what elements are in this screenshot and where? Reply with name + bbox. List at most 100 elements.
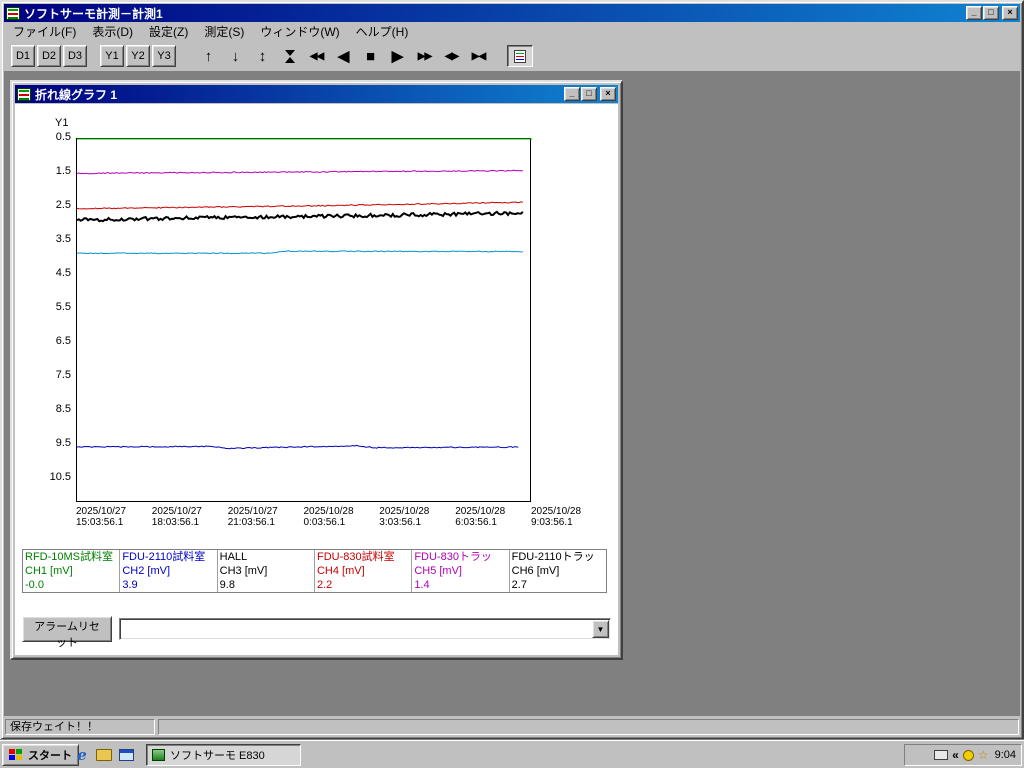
- hourglass-button[interactable]: [277, 45, 302, 67]
- minimize-button[interactable]: _: [966, 6, 982, 20]
- alarm-reset-button[interactable]: アラームリセット: [22, 616, 112, 649]
- legend-channel-value: -0.0: [25, 579, 44, 591]
- minimize-button[interactable]: _: [564, 87, 580, 101]
- x-tick-label: 2025/10/27 18:03:56.1: [152, 506, 202, 528]
- legend-channel-label: CH5 [mV]: [414, 565, 462, 577]
- menu-item-4[interactable]: ウィンドウ(W): [252, 21, 347, 42]
- status-panel-right: [158, 719, 1019, 735]
- legend-channel-label: CH6 [mV]: [511, 565, 560, 577]
- system-tray: « ☆ 9:04: [904, 744, 1022, 766]
- hourglass-bottom-shape: [284, 56, 295, 63]
- y-tick-label: 10.5: [49, 471, 71, 483]
- internet-explorer-icon[interactable]: e: [72, 745, 92, 765]
- toolbar-button-d2[interactable]: D2: [37, 45, 61, 67]
- legend-channel-value: 9.8: [219, 579, 235, 591]
- legend-channel-label: CH2 [mV]: [122, 565, 171, 577]
- x-tick-label: 2025/10/27 21:03:56.1: [228, 506, 278, 528]
- status-text: 保存ウェイト！！: [10, 721, 98, 733]
- stop-button[interactable]: ■: [358, 45, 383, 67]
- folder-icon[interactable]: [94, 745, 114, 765]
- legend-cell-ch5: FDU-830トラッ CH5 [mV] 1.4: [411, 550, 508, 592]
- hourglass-top-shape: [284, 49, 295, 56]
- x-tick-time: 18:03:56.1: [151, 517, 200, 528]
- graph-window-icon: [17, 87, 31, 101]
- legend-channel-label: CH1 [mV]: [25, 565, 73, 577]
- toolbar-button-y2[interactable]: Y2: [126, 45, 150, 67]
- x-tick-time: 6:03:56.1: [455, 517, 497, 528]
- legend-cell-ch6: FDU-2110トラッ CH6 [mV] 2.7: [508, 550, 606, 592]
- legend-channel-value: 2.7: [511, 579, 527, 591]
- task-app-icon: [152, 749, 165, 761]
- menu-item-3[interactable]: 測定(S): [196, 21, 252, 42]
- maximize-button[interactable]: □: [581, 87, 597, 101]
- start-button[interactable]: スタート: [2, 744, 79, 766]
- toolbar-display-group: D1 D2 D3: [11, 45, 87, 67]
- x-tick-time: 21:03:56.1: [227, 517, 275, 528]
- series-line-ch4: [76, 201, 524, 210]
- graph-window-titlebar[interactable]: 折れ線グラフ 1 _ □ ×: [15, 85, 618, 103]
- start-button-label: スタート: [28, 750, 72, 762]
- y-tick-label: 2.5: [55, 199, 71, 211]
- toolbar-button-y3[interactable]: Y3: [152, 45, 176, 67]
- taskbar: スタート e ソフトサーモ E830 « ☆ 9:04: [0, 740, 1024, 768]
- alert-tray-icon[interactable]: [962, 749, 974, 761]
- graph-client: Y1 0.5 1.5 2.5 3.5 4.5 5.5 6.5 7.5 8.5 9.5 10.5 20…: [15, 104, 618, 655]
- star-tray-icon[interactable]: ☆: [978, 749, 989, 761]
- main-window-title: ソフトサーモ計測－計測1: [24, 6, 163, 21]
- y-tick-label: 7.5: [55, 369, 71, 381]
- scroll-up-down-button[interactable]: ↕: [250, 45, 275, 67]
- legend-device-name: FDU-2110トラッ: [511, 551, 595, 563]
- fast-forward-button[interactable]: ▶▶: [412, 45, 437, 67]
- close-button[interactable]: ×: [600, 87, 616, 101]
- shrink-horizontal-button[interactable]: ▶◀: [466, 45, 491, 67]
- taskbar-clock[interactable]: 9:04: [995, 749, 1016, 761]
- menu-item-2[interactable]: 設定(Z): [141, 21, 196, 42]
- keyboard-tray-icon[interactable]: [934, 750, 949, 760]
- scroll-up-button[interactable]: ↑: [196, 45, 221, 67]
- y-tick-label: 9.5: [55, 437, 71, 449]
- mdi-area: 折れ線グラフ 1 _ □ × Y1 0.5 1.5 2.5 3.5 4.5 5.5 6.5 7.5…: [4, 71, 1020, 716]
- maximize-button[interactable]: □: [983, 6, 999, 20]
- windows-logo-icon: [9, 748, 24, 762]
- plot-area[interactable]: [76, 138, 532, 502]
- step-forward-button[interactable]: ▶: [385, 45, 410, 67]
- main-window: ソフトサーモ計測－計測1 _ □ × ファイル(F) 表示(D) 設定(Z) 測定(S) ウ…: [0, 0, 1024, 740]
- scroll-down-button[interactable]: ↓: [223, 45, 248, 67]
- menu-item-0[interactable]: ファイル(F): [5, 21, 84, 42]
- tray-chevron-icon[interactable]: «: [952, 749, 959, 761]
- y-tick-label: 0.5: [55, 131, 71, 143]
- line-graph-view-button[interactable]: [507, 45, 533, 67]
- taskbar-task-button[interactable]: ソフトサーモ E830: [146, 744, 301, 766]
- toolbar-axis-group: Y1 Y2 Y3: [100, 45, 176, 67]
- x-tick-date: 2025/10/27: [227, 506, 278, 517]
- chevron-down-icon: ▼: [596, 624, 605, 634]
- x-tick-date: 2025/10/27: [151, 506, 202, 517]
- legend-device-name: RFD-10MS試料室: [25, 551, 114, 563]
- show-desktop-icon[interactable]: [116, 745, 136, 765]
- legend-channel-label: CH4 [mV]: [316, 565, 365, 577]
- line-graph-icon: [514, 49, 526, 63]
- menu-item-5[interactable]: ヘルプ(H): [348, 21, 417, 42]
- x-tick-label: 2025/10/28 9:03:56.1: [531, 506, 581, 528]
- close-button[interactable]: ×: [1002, 6, 1018, 20]
- alarm-combobox[interactable]: ▼: [119, 618, 611, 640]
- graph-window: 折れ線グラフ 1 _ □ × Y1 0.5 1.5 2.5 3.5 4.5 5.5 6.5 7.5…: [10, 80, 623, 660]
- graph-caption-buttons: _ □ ×: [564, 87, 616, 101]
- y-tick-label: 8.5: [55, 403, 71, 415]
- menu-item-1[interactable]: 表示(D): [84, 21, 141, 42]
- toolbar-button-d3[interactable]: D3: [63, 45, 87, 67]
- combo-dropdown-button[interactable]: ▼: [592, 620, 609, 638]
- legend-device-name: FDU-830試料室: [316, 551, 395, 563]
- toolbar-button-d1[interactable]: D1: [11, 45, 35, 67]
- series-line-ch6: [76, 210, 524, 223]
- expand-horizontal-button[interactable]: ◀▶: [439, 45, 464, 67]
- legend-device-name: HALL: [219, 551, 248, 563]
- legend-channel-value: 3.9: [122, 579, 138, 591]
- status-panel-left: 保存ウェイト！！: [5, 719, 155, 735]
- x-tick-label: 2025/10/28 0:03:56.1: [304, 506, 354, 528]
- toolbar-button-y1[interactable]: Y1: [100, 45, 124, 67]
- legend-cell-ch1: RFD-10MS試料室 CH1 [mV] -0.0: [23, 550, 119, 592]
- main-titlebar: ソフトサーモ計測－計測1 _ □ ×: [4, 4, 1020, 22]
- step-back-button[interactable]: ◀: [331, 45, 356, 67]
- rewind-button[interactable]: ◀◀: [304, 45, 329, 67]
